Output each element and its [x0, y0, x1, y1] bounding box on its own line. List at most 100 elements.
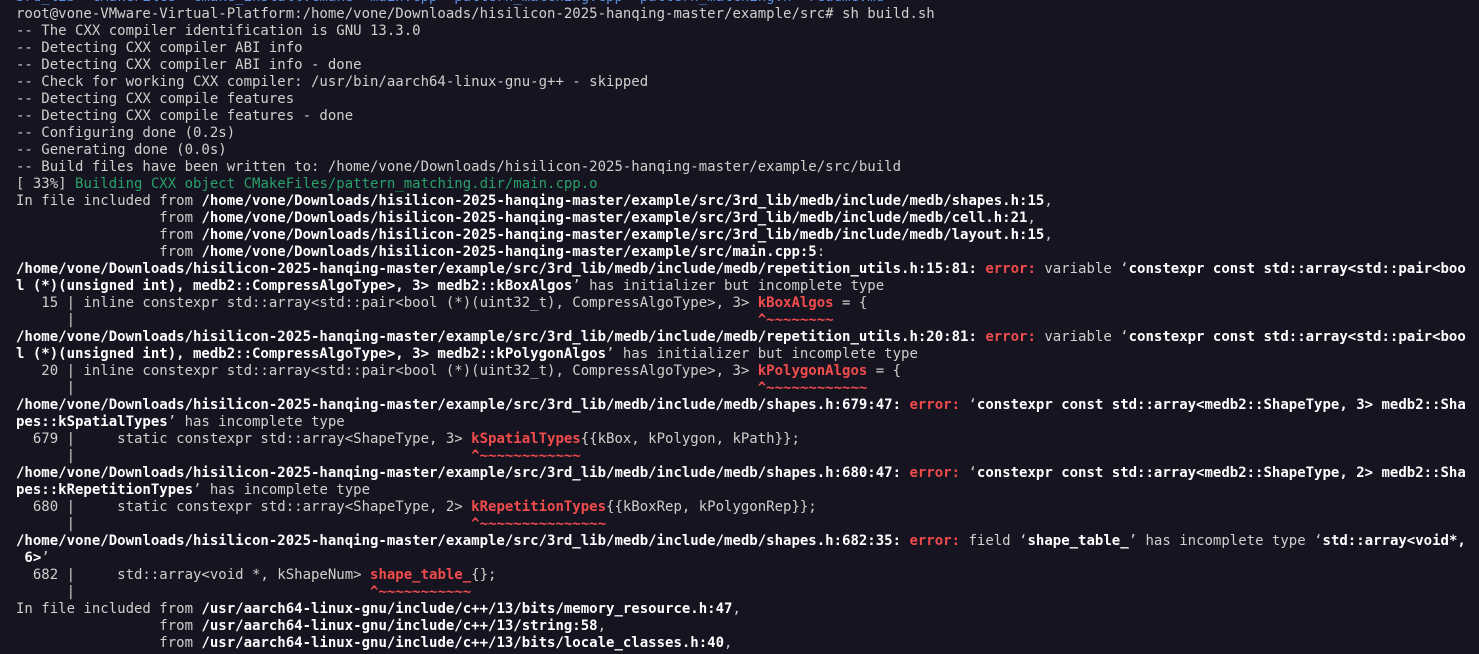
terminal-text: /home/vone/Downloads/hisilicon-2025-hanq… — [16, 397, 910, 413]
terminal-text: ’ has incomplete type ‘ — [1128, 533, 1323, 549]
terminal-line-error: /home/vone/Downloads/hisilicon-2025-hanq… — [16, 397, 1468, 414]
terminal-line-include: from /usr/aarch64-linux-gnu/include/c++/… — [16, 635, 1468, 652]
terminal-text: ’ has incomplete type — [193, 482, 371, 498]
terminal-text: -- Detecting CXX compile features - done — [16, 108, 354, 124]
terminal-line-error: 6>’ — [16, 550, 1468, 567]
terminal-text: /home/vone/Downloads/hisilicon-2025-hanq… — [201, 210, 1028, 226]
terminal-text: ^~~~~~~~~~~~~ — [757, 380, 868, 396]
terminal-text: l (*)(unsigned int), medb2::CompressAlgo… — [16, 346, 607, 362]
error-label: error: — [909, 465, 969, 481]
terminal-line-error: /home/vone/Downloads/hisilicon-2025-hanq… — [16, 465, 1468, 482]
terminal-text: /usr/aarch64-linux-gnu/include/c++/13/st… — [201, 618, 598, 634]
error-label: error: — [985, 329, 1045, 345]
terminal-text: {}; — [471, 567, 497, 583]
terminal-text: -- Check for working CXX compiler: /usr/… — [16, 74, 649, 90]
terminal-text: Building CXX object CMakeFiles/pattern_m… — [75, 176, 598, 192]
terminal-line-error: l (*)(unsigned int), medb2::CompressAlgo… — [16, 278, 1468, 295]
terminal-line-include: from /home/vone/Downloads/hisilicon-2025… — [16, 227, 1468, 244]
terminal-text: kSpatialTypes — [471, 431, 581, 447]
terminal-text: shape_table_ — [1027, 533, 1129, 549]
terminal-line-out: -- Detecting CXX compiler ABI info — [16, 40, 1468, 57]
terminal-text: ’ has incomplete type — [167, 414, 345, 430]
terminal-line-include: from /usr/aarch64-linux-gnu/include/c++/… — [16, 618, 1468, 635]
terminal-text: constexpr const std::array<medb2::ShapeT… — [976, 465, 1466, 481]
terminal-text: = { — [867, 363, 902, 379]
terminal-line-out: -- Check for working CXX compiler: /usr/… — [16, 74, 1468, 91]
terminal-text: pes::kRepetitionTypes — [16, 482, 194, 498]
terminal-text: : — [816, 244, 826, 260]
terminal-text: /home/vone/Downloads/hisilicon-2025-hanq… — [16, 465, 910, 481]
terminal-text: , — [597, 618, 607, 634]
terminal-text: 20 | inline constexpr std::array<std::pa… — [16, 363, 758, 379]
terminal-line-prompt: root@vone-VMware-Virtual-Platform:/home/… — [16, 6, 1468, 23]
terminal-line-include: from /home/vone/Downloads/hisilicon-2025… — [16, 210, 1468, 227]
terminal-text: constexpr const std::array<std::pair<boo — [1128, 329, 1466, 345]
terminal-text: | — [16, 380, 758, 396]
terminal-text: | — [16, 516, 472, 532]
terminal-line-error: pes::kSpatialTypes’ has incomplete type — [16, 414, 1468, 431]
terminal-text: , — [732, 601, 741, 617]
terminal-line-code: 20 | inline constexpr std::array<std::pa… — [16, 363, 1468, 380]
terminal-line-progress: [ 33%] Building CXX object CMakeFiles/pa… — [16, 176, 1468, 193]
terminal-text: /home/vone/Downloads/hisilicon-2025-hanq… — [16, 533, 910, 549]
terminal-text: from — [16, 210, 202, 226]
terminal-text: constexpr const std::array<std::pair<boo — [1128, 261, 1466, 277]
terminal-text: -- Configuring done (0.2s) — [16, 125, 236, 141]
terminal-text: from — [16, 618, 202, 634]
terminal-text: variable ‘ — [1044, 261, 1129, 277]
terminal-text: /home/vone/Downloads/hisilicon-2025-hanq… — [201, 244, 817, 260]
terminal-line-include: from /home/vone/Downloads/hisilicon-2025… — [16, 244, 1468, 261]
terminal-line-error: /home/vone/Downloads/hisilicon-2025-hanq… — [16, 329, 1468, 346]
terminal-text: ’ has initializer but incomplete type — [572, 278, 885, 294]
terminal-line-code: 679 | static constexpr std::array<ShapeT… — [16, 431, 1468, 448]
terminal-line-out: -- The CXX compiler identification is GN… — [16, 23, 1468, 40]
terminal-text: /home/vone/Downloads/hisilicon-2025-hanq… — [201, 227, 1045, 243]
terminal-line-out: -- Generating done (0.0s) — [16, 142, 1468, 159]
terminal-text: l (*)(unsigned int), medb2::CompressAlgo… — [16, 278, 573, 294]
terminal-line-code: 680 | static constexpr std::array<ShapeT… — [16, 499, 1468, 516]
terminal-line-out: -- Detecting CXX compile features — [16, 91, 1468, 108]
terminal-text: 15 | inline constexpr std::array<std::pa… — [16, 295, 758, 311]
terminal-text: -- Detecting CXX compiler ABI info - don… — [16, 57, 362, 73]
error-label: error: — [909, 397, 969, 413]
terminal-text: ^~~~~~~~~~~~~~~~ — [471, 516, 607, 532]
terminal-line-out: -- Detecting CXX compile features - done — [16, 108, 1468, 125]
terminal-text: 682 | std::array<void *, kShapeNum> — [16, 567, 371, 583]
terminal-text: kBoxAlgos — [757, 295, 834, 311]
terminal-text: In file included from — [16, 193, 202, 209]
terminal-text: kRepetitionTypes — [471, 499, 607, 515]
terminal-text: from — [16, 244, 202, 260]
terminal-text: -- Build files have been written to: /ho… — [16, 159, 902, 175]
terminal-text: ^~~~~~~~~ — [757, 312, 834, 328]
terminal-text: , — [1027, 210, 1036, 226]
terminal-text: /usr/aarch64-linux-gnu/include/c++/13/bi… — [201, 601, 733, 617]
terminal-text: ’ has initializer but incomplete type — [606, 346, 918, 362]
terminal-text: kPolygonAlgos — [757, 363, 868, 379]
terminal-text: ^~~~~~~~~~~~ — [370, 584, 472, 600]
terminal-output[interactable]: 3rd_lib CMakeFiles cmake_install.cmake m… — [16, 0, 1468, 652]
terminal-line-caret: | ^~~~~~~~~~~~~~~~ — [16, 516, 1468, 533]
terminal-line-include: In file included from /usr/aarch64-linux… — [16, 601, 1468, 618]
terminal-line-out: -- Configuring done (0.2s) — [16, 125, 1468, 142]
terminal-text: /home/vone/Downloads/hisilicon-2025-hanq… — [16, 261, 986, 277]
terminal-text: ‘ — [968, 397, 977, 413]
terminal-text: 680 | static constexpr std::array<ShapeT… — [16, 499, 472, 515]
error-label: error: — [985, 261, 1045, 277]
terminal-line-include: In file included from /home/vone/Downloa… — [16, 193, 1468, 210]
terminal-text: from — [16, 635, 202, 651]
terminal-text: | — [16, 448, 472, 464]
terminal-text: 3rd_lib CMakeFiles cmake_install.cmake m… — [16, 0, 884, 5]
terminal-text: /usr/aarch64-linux-gnu/include/c++/13/bi… — [201, 635, 725, 651]
terminal-text: 679 | static constexpr std::array<ShapeT… — [16, 431, 472, 447]
terminal-text: /home/vone/Downloads/hisilicon-2025-hanq… — [201, 193, 1045, 209]
terminal-line-caret: | ^~~~~~~~~ — [16, 312, 1468, 329]
terminal-line-error: /home/vone/Downloads/hisilicon-2025-hanq… — [16, 533, 1468, 550]
terminal-text: from — [16, 227, 202, 243]
terminal-text: [ 33%] — [16, 176, 76, 192]
terminal-line-caret: | ^~~~~~~~~~~~ — [16, 584, 1468, 601]
terminal-text: std::array<void*, — [1322, 533, 1466, 549]
terminal-text: -- Detecting CXX compiler ABI info — [16, 40, 303, 56]
terminal-text: -- Detecting CXX compile features — [16, 91, 295, 107]
terminal-text: field ‘ — [968, 533, 1028, 549]
terminal-line-caret: | ^~~~~~~~~~~~~ — [16, 448, 1468, 465]
